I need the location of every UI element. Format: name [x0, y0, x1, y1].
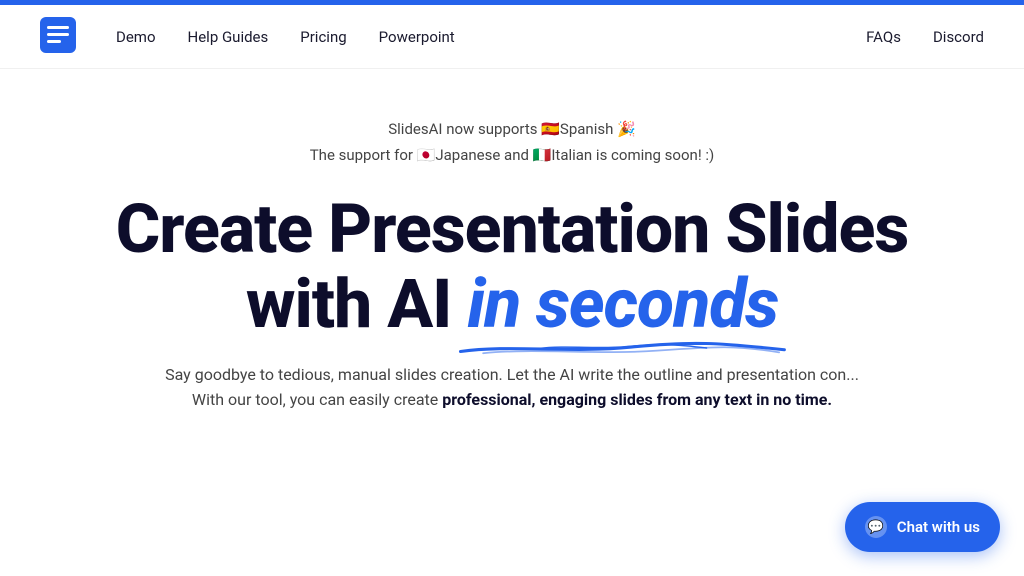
hero-subtitle-bold: professional, engaging slides from any t…	[442, 390, 832, 409]
nav-link-faqs[interactable]: FAQs	[866, 28, 901, 46]
chat-widget-label: Chat with us	[897, 518, 980, 536]
nav-link-help-guides[interactable]: Help Guides	[188, 28, 269, 46]
nav-left: Demo Help Guides Pricing Powerpoint	[116, 28, 866, 46]
hero-title: Create Presentation Slides with AI in se…	[116, 192, 909, 342]
announcement-line1: SlidesAI now supports 🇪🇸Spanish 🎉	[310, 117, 715, 143]
navigation: Demo Help Guides Pricing Powerpoint FAQs…	[0, 5, 1024, 69]
hero-subtitle: Say goodbye to tedious, manual slides cr…	[165, 362, 859, 413]
announcement-line2: The support for 🇯🇵Japanese and 🇮🇹Italian…	[310, 143, 715, 169]
nav-link-discord[interactable]: Discord	[933, 28, 984, 46]
logo[interactable]	[40, 17, 76, 57]
nav-link-powerpoint[interactable]: Powerpoint	[379, 28, 455, 46]
hero-title-part2: with AI	[246, 264, 468, 344]
nav-link-pricing[interactable]: Pricing	[300, 28, 346, 46]
nav-link-demo[interactable]: Demo	[116, 28, 156, 46]
hero-subtitle-part1: Say goodbye to tedious, manual slides cr…	[165, 365, 846, 384]
nav-right: FAQs Discord	[866, 28, 984, 46]
announcement: SlidesAI now supports 🇪🇸Spanish 🎉 The su…	[310, 117, 715, 168]
main-content: SlidesAI now supports 🇪🇸Spanish 🎉 The su…	[0, 69, 1024, 413]
chat-widget-icon: 💬	[865, 516, 887, 538]
hero-subtitle-part2: With our tool, you can easily create	[192, 390, 442, 409]
logo-icon	[40, 17, 76, 53]
hero-title-part1: Create Presentation Slides	[116, 189, 909, 269]
hero-title-highlight: in seconds	[467, 267, 778, 342]
chat-widget[interactable]: 💬 Chat with us	[845, 502, 1000, 552]
